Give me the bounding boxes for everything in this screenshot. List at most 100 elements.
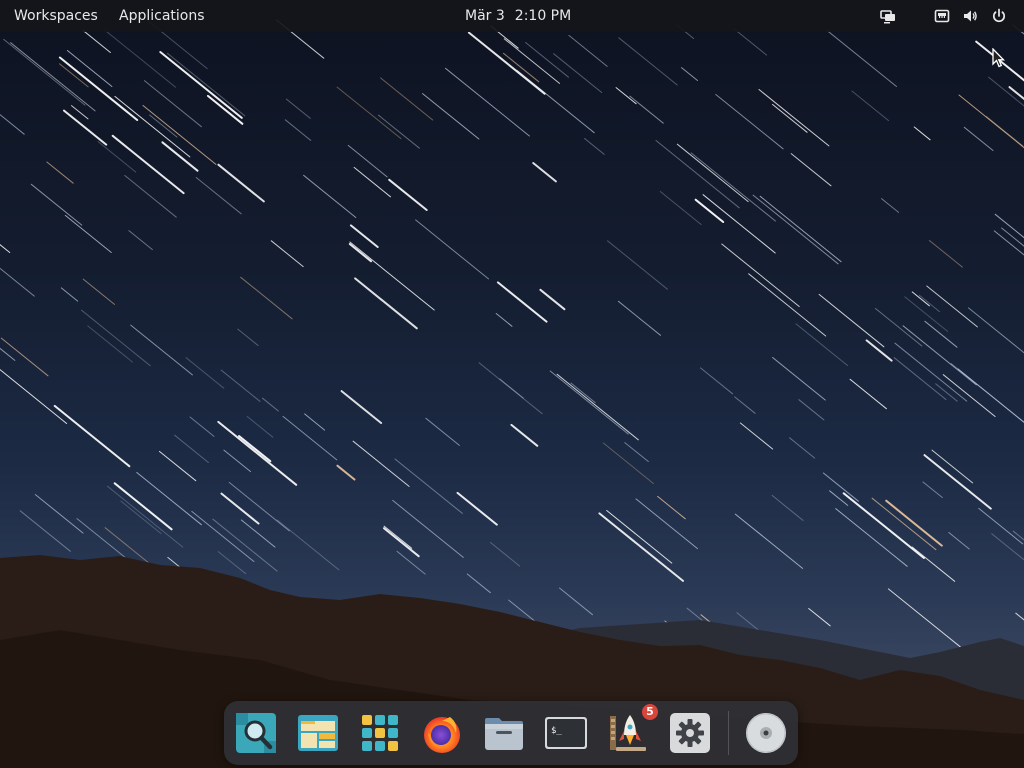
star-trail — [0, 267, 35, 297]
star-trail — [894, 342, 968, 402]
star-trail — [340, 390, 383, 424]
star-trail — [82, 278, 115, 305]
star-trail — [798, 399, 825, 421]
star-trail — [734, 396, 756, 414]
desktop: Workspaces Applications Mär 3 2:10 PM $_… — [0, 0, 1024, 768]
star-trail — [733, 28, 768, 56]
star-trail — [826, 29, 897, 87]
star-trail — [185, 357, 225, 389]
star-trail — [60, 287, 79, 302]
star-trail — [532, 162, 557, 183]
dock-file-manager-app[interactable] — [296, 711, 340, 755]
star-trail — [978, 507, 1024, 545]
star-trail — [161, 141, 199, 172]
star-trail — [388, 178, 428, 211]
volume-icon[interactable] — [962, 8, 978, 24]
grid-icon — [362, 715, 398, 751]
gear-icon — [670, 713, 710, 753]
star-trail — [923, 454, 992, 510]
disc-icon — [746, 713, 786, 753]
network-icon[interactable] — [934, 8, 950, 24]
star-trail — [0, 368, 68, 424]
star-trail — [103, 29, 176, 88]
display-icon[interactable] — [880, 8, 896, 24]
star-trail — [957, 368, 1024, 423]
star-trail — [615, 87, 637, 105]
star-trail — [284, 119, 312, 141]
star-trail — [715, 94, 784, 150]
star-trail — [238, 435, 272, 463]
star-trail — [918, 294, 940, 313]
star-trail — [968, 307, 1024, 354]
star-trail — [64, 214, 112, 253]
star-trail — [818, 293, 885, 348]
dock-settings-app[interactable] — [668, 711, 712, 755]
dock-search-app[interactable] — [234, 711, 278, 755]
wallpaper-star-trails — [0, 19, 1024, 768]
star-trail — [71, 105, 89, 120]
dock-files-app[interactable] — [482, 711, 526, 755]
star-trail — [158, 450, 197, 482]
star-trail — [87, 325, 133, 363]
star-trail — [963, 126, 994, 151]
star-trail — [681, 67, 698, 81]
dock: $_ 5 — [224, 701, 798, 765]
star-trail — [128, 230, 153, 251]
star-trail — [30, 183, 83, 226]
star-trail — [106, 485, 184, 548]
star-trail — [556, 373, 639, 441]
star-trail — [887, 588, 962, 648]
star-trail — [885, 499, 943, 547]
star-trail — [456, 491, 498, 526]
dock-disk-app[interactable] — [744, 711, 788, 755]
star-trail — [136, 472, 202, 526]
dock-software-center-app[interactable]: 5 — [606, 704, 658, 755]
star-trail — [948, 532, 970, 550]
clock[interactable]: Mär 3 2:10 PM — [463, 0, 573, 32]
star-trail — [174, 434, 209, 463]
star-trail — [842, 492, 925, 559]
star-trail — [276, 519, 340, 571]
star-trail — [130, 324, 193, 376]
star-trail — [240, 276, 293, 320]
star-trail — [63, 109, 108, 146]
star-trail — [111, 134, 185, 195]
star-trail — [46, 161, 74, 184]
star-trail — [495, 313, 513, 327]
star-trail — [3, 38, 86, 106]
star-trail — [734, 513, 804, 569]
workspaces-button[interactable]: Workspaces — [12, 0, 100, 32]
star-trail — [911, 546, 956, 582]
star-trail — [34, 494, 84, 534]
star-trail — [246, 416, 274, 438]
star-trail — [617, 300, 661, 336]
star-trail — [690, 152, 776, 222]
dock-terminal-app[interactable]: $_ — [544, 711, 588, 755]
star-trail — [994, 213, 1024, 239]
star-trail — [0, 244, 11, 253]
star-trail — [270, 240, 304, 268]
star-trail — [851, 90, 890, 122]
star-trail — [490, 542, 521, 567]
star-trail — [795, 323, 848, 366]
star-trail — [392, 499, 464, 558]
star-trail — [902, 325, 977, 386]
star-trail — [624, 442, 649, 462]
applications-button[interactable]: Applications — [117, 0, 207, 32]
star-trail — [913, 126, 931, 141]
star-trail — [81, 309, 151, 367]
star-trail — [53, 404, 131, 468]
star-trail — [702, 194, 776, 254]
star-trail — [191, 510, 255, 563]
dock-app-grid[interactable] — [358, 711, 402, 755]
terminal-prompt: $_ — [551, 726, 562, 736]
star-trail — [478, 362, 543, 415]
dock-firefox-app[interactable] — [420, 711, 464, 755]
star-trail — [553, 53, 603, 93]
star-trail — [354, 277, 418, 330]
star-trail — [220, 492, 260, 525]
star-trail — [1008, 86, 1024, 101]
power-icon[interactable] — [991, 8, 1007, 24]
star-trail — [904, 296, 949, 332]
star-trail — [629, 95, 664, 124]
